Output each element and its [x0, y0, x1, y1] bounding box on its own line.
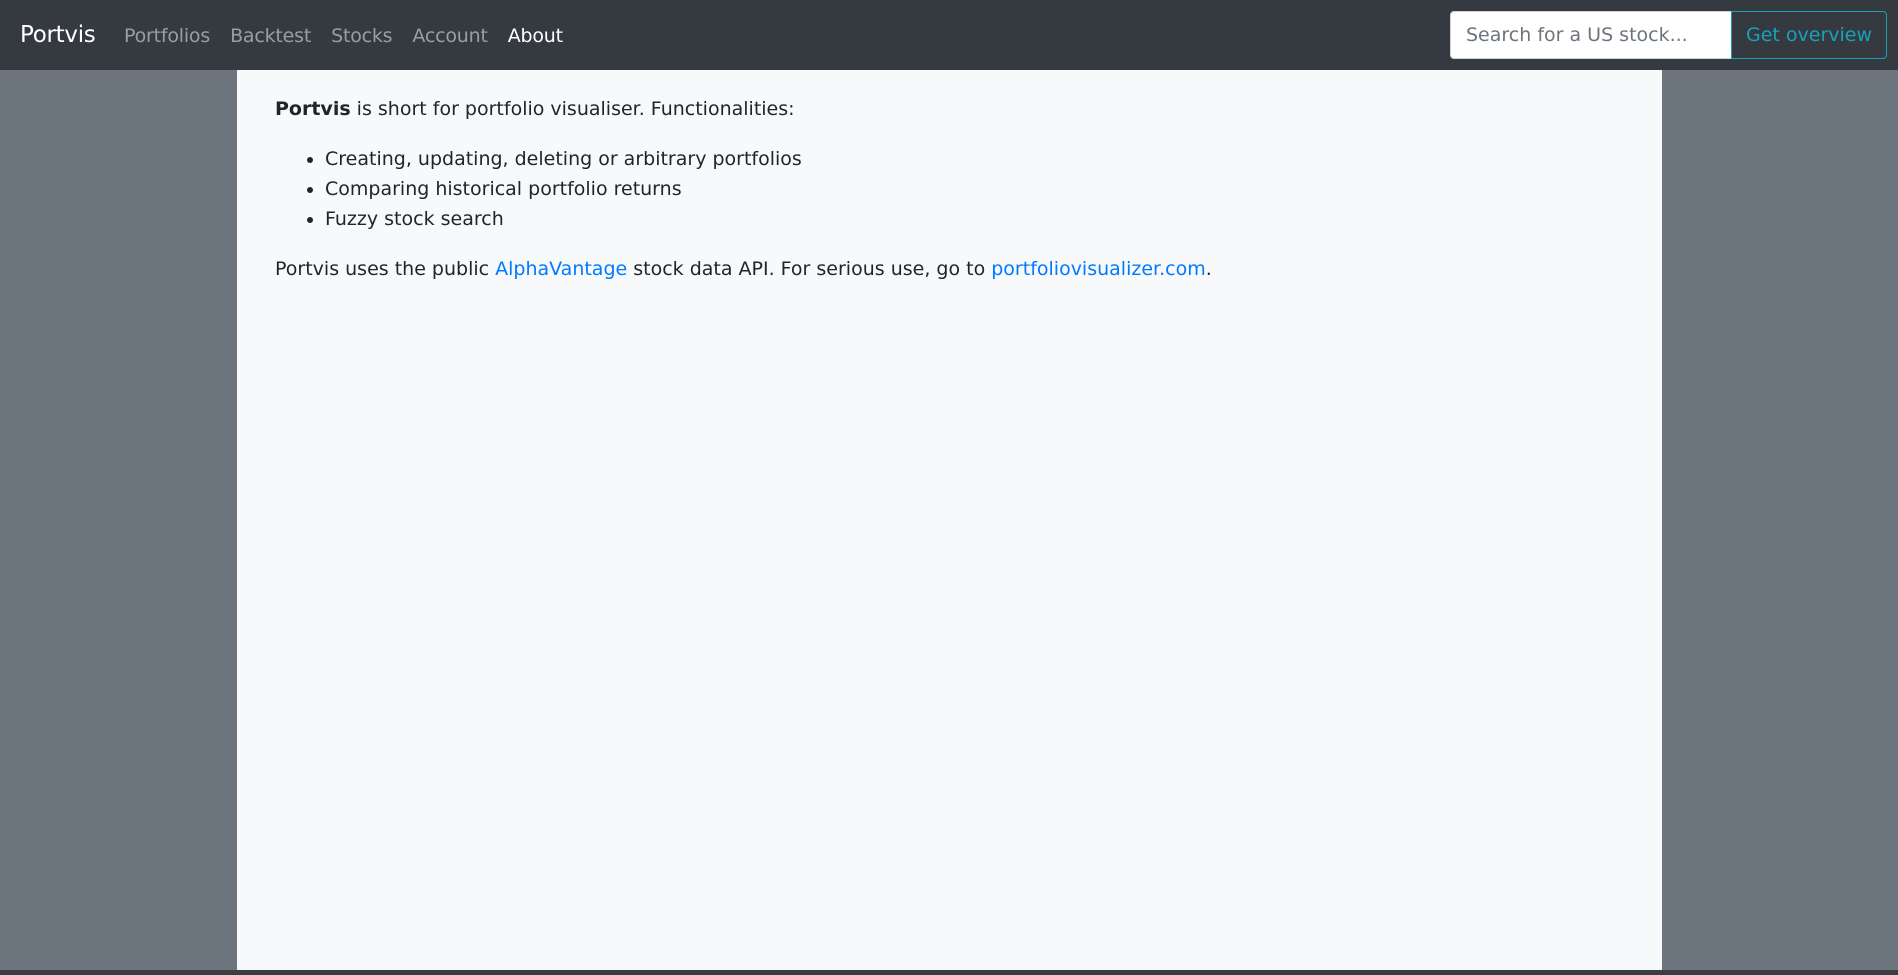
stock-search-form: Get overview: [1450, 11, 1888, 59]
stock-search-input[interactable]: [1450, 11, 1732, 59]
intro-brand: Portvis: [275, 98, 351, 120]
outro-text-middle: stock data API. For serious use, go to: [627, 258, 992, 280]
feature-item: Fuzzy stock search: [325, 204, 1624, 234]
intro-paragraph: Portvis is short for portfolio visualise…: [275, 94, 1624, 124]
outro-text-before: Portvis uses the public: [275, 258, 496, 280]
outro-text-after: .: [1205, 258, 1212, 280]
nav-links: Portfolios Backtest Stocks Account About: [124, 22, 583, 50]
outro-paragraph: Portvis uses the public AlphaVantage sto…: [275, 254, 1624, 284]
alphavantage-link[interactable]: AlphaVantage: [495, 258, 627, 280]
feature-item: Creating, updating, deleting or arbitrar…: [325, 144, 1624, 174]
feature-item: Comparing historical portfolio returns: [325, 174, 1624, 204]
nav-link-backtest[interactable]: Backtest: [230, 22, 311, 50]
nav-link-account[interactable]: Account: [412, 22, 488, 50]
nav-link-stocks[interactable]: Stocks: [331, 22, 392, 50]
bottom-bar: [0, 970, 1898, 975]
brand-logo[interactable]: Portvis: [20, 20, 96, 50]
nav-link-about[interactable]: About: [508, 22, 563, 50]
features-list: Creating, updating, deleting or arbitrar…: [275, 144, 1624, 234]
get-overview-button[interactable]: Get overview: [1731, 11, 1888, 59]
about-content: Portvis is short for portfolio visualise…: [237, 70, 1662, 970]
nav-link-portfolios[interactable]: Portfolios: [124, 22, 210, 50]
intro-text: is short for portfolio visualiser. Funct…: [350, 98, 795, 120]
navbar: Portvis Portfolios Backtest Stocks Accou…: [0, 0, 1898, 70]
portfoliovisualizer-link[interactable]: portfoliovisualizer.com: [991, 258, 1205, 280]
